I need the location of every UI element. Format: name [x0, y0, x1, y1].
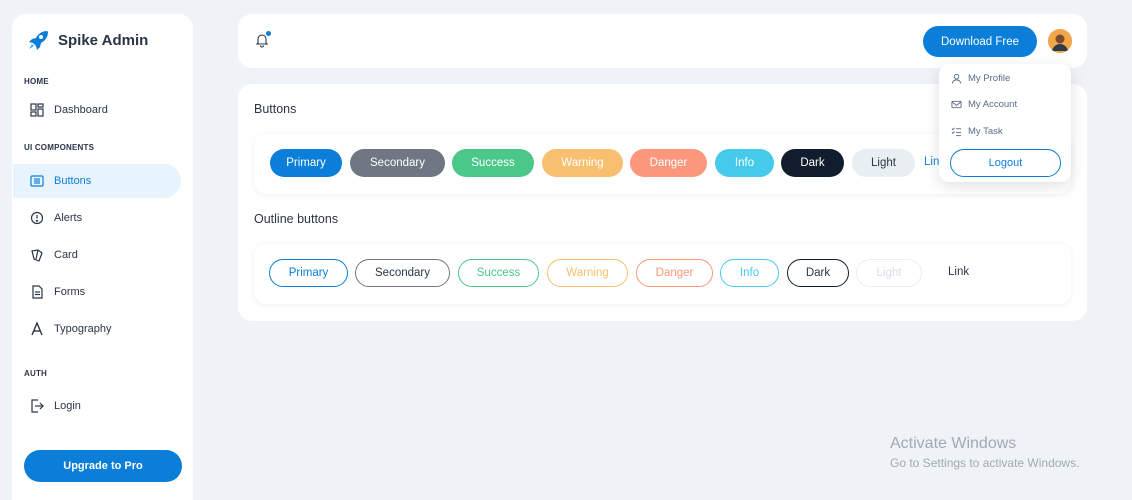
link-outline-button[interactable]: Link [948, 266, 969, 278]
sidebar-item-label: Forms [54, 286, 86, 298]
danger-button[interactable]: Danger [630, 149, 707, 177]
mail-icon [951, 100, 962, 109]
light-button[interactable]: Light [852, 149, 915, 177]
user-icon [951, 73, 962, 84]
info-button[interactable]: Info [715, 149, 774, 177]
danger-outline-button[interactable]: Danger [636, 259, 713, 287]
sidebar-item-login[interactable]: Login [13, 389, 181, 423]
alert-icon [30, 211, 44, 225]
info-outline-button[interactable]: Info [720, 259, 779, 287]
dropdown-item-label: My Account [968, 99, 1018, 110]
buttons-title: Buttons [254, 102, 297, 116]
sidebar-item-card[interactable]: Card [13, 238, 181, 272]
logout-button[interactable]: Logout [950, 149, 1061, 177]
watermark-subtitle: Go to Settings to activate Windows. [890, 456, 1080, 470]
dark-button[interactable]: Dark [781, 149, 844, 177]
notification-dot [266, 31, 271, 36]
section-label-auth: AUTH [24, 369, 48, 378]
dropdown-item-my-account[interactable]: My Account [951, 99, 1017, 110]
sidebar: Spike Admin HOME Dashboard UI COMPONENTS… [12, 14, 193, 500]
sidebar-item-label: Typography [54, 323, 112, 335]
section-label-ui-components: UI COMPONENTS [24, 143, 95, 152]
profile-dropdown: My Profile My Account My Task Logout [939, 64, 1071, 182]
brand[interactable]: Spike Admin [26, 28, 148, 52]
buttons-icon [30, 175, 44, 187]
sidebar-item-label: Login [54, 400, 81, 412]
watermark-title: Activate Windows [890, 435, 1017, 452]
warning-outline-button[interactable]: Warning [547, 259, 628, 287]
list-check-icon [951, 127, 962, 137]
avatar[interactable] [1048, 29, 1072, 53]
top-header: Download Free [238, 14, 1087, 68]
dropdown-item-label: My Task [968, 126, 1003, 137]
success-button[interactable]: Success [452, 149, 534, 177]
typography-icon [31, 322, 43, 336]
dropdown-item-label: My Profile [968, 73, 1011, 84]
brand-name: Spike Admin [58, 31, 149, 49]
login-icon [31, 399, 44, 413]
sidebar-item-forms[interactable]: Forms [13, 275, 181, 309]
primary-button[interactable]: Primary [270, 149, 342, 177]
user-avatar-icon [1048, 29, 1072, 53]
sidebar-item-alerts[interactable]: Alerts [13, 201, 181, 235]
sidebar-item-label: Buttons [54, 175, 92, 187]
sidebar-item-label: Dashboard [54, 104, 108, 116]
upgrade-to-pro-button[interactable]: Upgrade to Pro [24, 450, 182, 482]
download-free-button[interactable]: Download Free [923, 26, 1037, 57]
activate-windows-watermark: Activate Windows Go to Settings to activ… [890, 435, 1079, 470]
secondary-outline-button[interactable]: Secondary [355, 259, 450, 287]
sidebar-item-typography[interactable]: Typography [13, 312, 181, 346]
outline-buttons-row: Primary Secondary Success Warning Danger… [254, 244, 1071, 304]
dropdown-item-my-task[interactable]: My Task [951, 126, 1003, 137]
sidebar-item-dashboard[interactable]: Dashboard [13, 93, 181, 127]
rocket-logo-icon [29, 31, 48, 50]
link-button[interactable]: Lin [924, 156, 939, 168]
primary-outline-button[interactable]: Primary [269, 259, 348, 287]
sidebar-item-label: Alerts [54, 212, 83, 224]
sidebar-item-label: Card [54, 249, 78, 261]
light-outline-button[interactable]: Light [856, 259, 922, 287]
card-icon [31, 249, 43, 262]
warning-button[interactable]: Warning [542, 149, 623, 177]
outline-buttons-title: Outline buttons [254, 212, 339, 226]
secondary-button[interactable]: Secondary [350, 149, 445, 177]
forms-icon [32, 285, 43, 299]
success-outline-button[interactable]: Success [458, 259, 539, 287]
dropdown-item-my-profile[interactable]: My Profile [951, 73, 1010, 84]
sidebar-item-buttons[interactable]: Buttons [13, 164, 181, 198]
section-label-home: HOME [24, 77, 49, 86]
dashboard-icon [30, 103, 44, 117]
dark-outline-button[interactable]: Dark [787, 259, 849, 287]
